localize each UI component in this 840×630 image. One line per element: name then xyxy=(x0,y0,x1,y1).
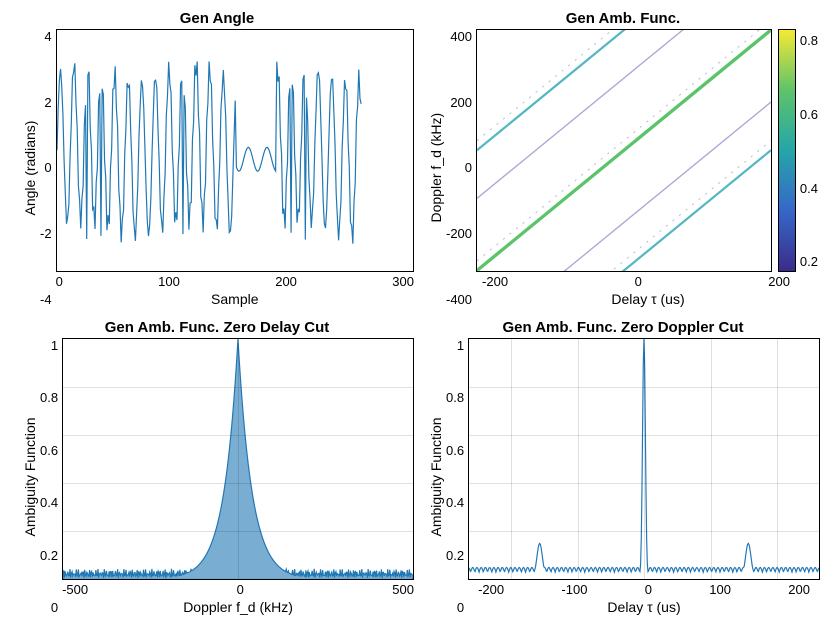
y-ticks: 400 200 0 -200 -400 xyxy=(446,29,476,307)
y-axis-label: Angle (radians) xyxy=(20,29,40,307)
x-axis-label: Sample xyxy=(56,291,414,307)
colorbar: 0.8 0.6 0.4 0.2 xyxy=(778,29,820,272)
axes-gen-amb-func xyxy=(476,29,772,272)
y-axis-label: Doppler f_d (kHz) xyxy=(426,29,446,307)
chart-title: Gen Amb. Func. Zero Delay Cut xyxy=(105,319,329,336)
x-axis-label: Doppler f_d (kHz) xyxy=(62,599,414,615)
colorbar-gradient xyxy=(778,29,796,272)
figure-grid: Gen Angle Angle (radians) 4 2 0 -2 -4 0 … xyxy=(0,0,840,630)
chart-title: Gen Amb. Func. Zero Doppler Cut xyxy=(502,319,743,336)
y-ticks: 4 2 0 -2 -4 xyxy=(40,29,56,307)
axes-zero-delay-cut xyxy=(62,338,414,581)
y-axis-label: Ambiguity Function xyxy=(426,338,446,616)
panel-zero-doppler-cut: Gen Amb. Func. Zero Doppler Cut Ambiguit… xyxy=(426,319,820,616)
x-ticks: -500 0 500 xyxy=(62,582,414,597)
x-ticks: -200 -100 0 100 200 xyxy=(468,582,820,597)
chart-title: Gen Amb. Func. xyxy=(566,10,680,27)
x-axis-label: Delay τ (us) xyxy=(476,291,820,307)
axes-gen-angle xyxy=(56,29,414,272)
y-axis-label: Ambiguity Function xyxy=(20,338,40,616)
panel-gen-angle: Gen Angle Angle (radians) 4 2 0 -2 -4 0 … xyxy=(20,10,414,307)
colorbar-ticks: 0.8 0.6 0.4 0.2 xyxy=(796,29,820,272)
panel-gen-amb-func: Gen Amb. Func. Doppler f_d (kHz) 400 200… xyxy=(426,10,820,307)
chart-title: Gen Angle xyxy=(180,10,254,27)
panel-zero-delay-cut: Gen Amb. Func. Zero Delay Cut Ambiguity … xyxy=(20,319,414,616)
y-ticks: 1 0.8 0.6 0.4 0.2 0 xyxy=(40,338,62,616)
x-ticks: 0 100 200 300 xyxy=(56,274,414,289)
axes-zero-doppler-cut xyxy=(468,338,820,581)
x-ticks: -200 0 200 xyxy=(476,274,820,289)
y-ticks: 1 0.8 0.6 0.4 0.2 0 xyxy=(446,338,468,616)
x-axis-label: Delay τ (us) xyxy=(468,599,820,615)
